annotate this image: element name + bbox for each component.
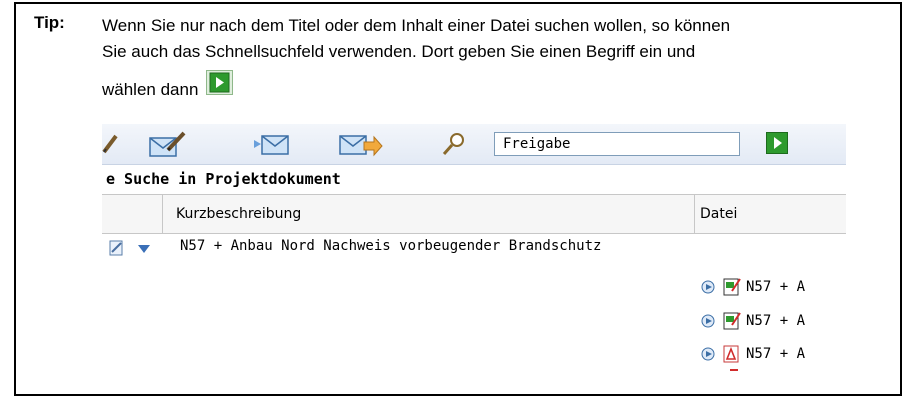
pdf-document-icon [723,345,739,363]
view-file-icon[interactable] [700,346,718,362]
forward-mail-icon[interactable] [338,130,384,158]
file-item[interactable]: N57 + A [700,276,805,298]
column-header-kurzbeschreibung[interactable]: Kurzbeschreibung [176,195,301,233]
row-description: N57 + Anbau Nord Nachweis vorbeugender B… [180,238,602,254]
tip-line-3-text: wählen dann [102,80,199,99]
pencil-icon[interactable] [102,130,118,158]
partial-icon [730,369,738,371]
toolbar [102,124,846,165]
search-go-button[interactable] [766,132,788,154]
section-title: e Suche in Projektdokument [102,166,846,192]
signed-document-icon [723,312,741,330]
chevron-down-icon[interactable] [136,243,152,255]
embedded-screenshot: e Suche in Projektdokument Kurzbeschreib… [102,124,846,376]
edit-mail-icon[interactable] [148,130,188,158]
file-name[interactable]: N57 + A [746,313,805,329]
view-file-icon[interactable] [700,279,718,295]
quick-search-input[interactable] [494,132,740,156]
document-edit-icon[interactable] [106,240,126,256]
tip-label: Tip: [34,13,65,32]
tip-line-2: Sie auch das Schnellsuchfeld verwenden. … [102,42,696,61]
file-name[interactable]: N57 + A [746,346,805,362]
tip-line-1: Wenn Sie nur nach dem Titel oder dem Inh… [102,16,731,35]
table-header: Kurzbeschreibung Datei [102,194,846,234]
tip-text: Wenn Sie nur nach dem Titel oder dem Inh… [102,13,902,103]
go-arrow-icon [206,70,234,95]
send-mail-icon[interactable] [252,130,292,158]
column-header-datei[interactable]: Datei [700,195,737,233]
column-separator [162,195,163,233]
column-separator [694,195,695,233]
tip-line-3: wählen dann [102,70,234,103]
file-name[interactable]: N57 + A [746,279,805,295]
file-item[interactable]: N57 + A [700,310,805,332]
file-item[interactable]: N57 + A [700,343,805,365]
signed-document-icon [723,278,741,296]
tip-box: Tip: Wenn Sie nur nach dem Titel oder de… [14,2,902,396]
view-file-icon[interactable] [700,313,718,329]
search-icon[interactable] [440,130,468,158]
